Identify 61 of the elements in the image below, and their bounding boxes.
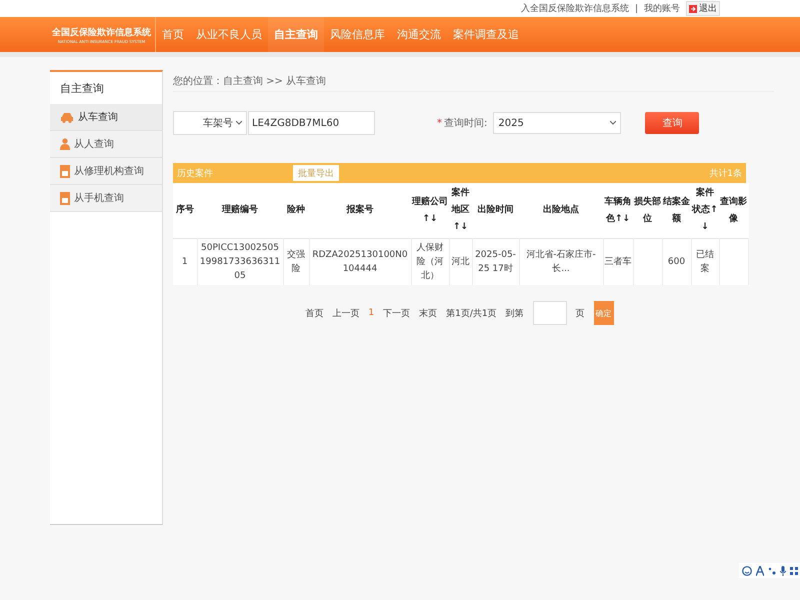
table-cell: 人保财险（河北）: [411, 238, 449, 285]
time-label: 查询时间:: [444, 116, 488, 130]
table-cell: 交强险: [283, 238, 309, 285]
sidebar-item[interactable]: 从车查询: [50, 104, 162, 131]
document-icon: [60, 192, 70, 204]
car-icon: [60, 112, 74, 122]
table-cell: 1: [173, 238, 197, 285]
font-icon[interactable]: [756, 566, 764, 576]
next-page-link[interactable]: 下一页: [383, 306, 410, 320]
table-cell: 三者车: [603, 238, 633, 285]
column-header: 车辆角色↑↓: [603, 183, 633, 238]
column-header: 案件地区↑↓: [449, 183, 472, 238]
table-cell: 河北省-石家庄市-长...: [519, 238, 603, 285]
column-header: 查询影像: [719, 183, 748, 238]
column-header: 险种: [283, 183, 309, 238]
last-page-link[interactable]: 末页: [419, 306, 438, 320]
column-header: 出险时间: [472, 183, 519, 238]
system-link[interactable]: 入全国反保险欺诈信息系统: [520, 2, 629, 15]
column-header: 出险地点: [519, 183, 603, 238]
caret-icon: [236, 121, 242, 125]
table-cell: RDZA2025130100N0104444: [309, 238, 411, 285]
first-page-link[interactable]: 首页: [305, 306, 324, 320]
column-header: 报案号: [309, 183, 411, 238]
sidebar-item[interactable]: 从人查询: [50, 131, 162, 158]
table-cell: 600: [662, 238, 691, 285]
page-input[interactable]: [532, 301, 567, 325]
field-type-select[interactable]: 车架号: [173, 111, 247, 135]
year-select[interactable]: 2025: [493, 112, 622, 134]
logout-button[interactable]: 退出: [686, 1, 720, 16]
grid-icon[interactable]: [790, 566, 798, 574]
total-count: 共计1条: [709, 168, 742, 180]
sidebar-item[interactable]: 从手机查询: [50, 185, 162, 212]
page-info: 第1页/共1页: [446, 308, 497, 320]
sidebar-item[interactable]: 从修理机构查询: [50, 158, 162, 185]
prev-page-link[interactable]: 上一页: [332, 306, 360, 320]
column-header: 损失部位: [633, 183, 662, 238]
sidebar-title: 自主查询: [60, 80, 104, 96]
table-cell: 已结案: [691, 238, 719, 285]
dots-icon[interactable]: [768, 566, 776, 574]
microphone-icon[interactable]: [780, 566, 786, 576]
column-header: 案件状态↑↓: [691, 183, 719, 238]
smile-icon[interactable]: [742, 566, 752, 576]
table-cell: 河北: [449, 238, 472, 285]
document-icon: [60, 164, 70, 178]
column-header: 理赔编号: [197, 183, 283, 238]
table-cell: 50PICC130025051998173363631105: [197, 238, 283, 285]
goto-label: 到第: [506, 308, 524, 320]
account-link[interactable]: 我的账号: [644, 2, 680, 15]
person-icon: [60, 138, 70, 150]
page-unit: 页: [576, 308, 585, 320]
column-header: 理赔公司↑↓: [411, 183, 449, 238]
caret-icon: [610, 121, 616, 125]
required-mark: *: [437, 118, 442, 128]
breadcrumb: 您的位置：自主查询 >> 从车查询: [173, 74, 326, 88]
column-header: 结案金额: [662, 183, 691, 238]
vin-input[interactable]: LE4ZG8DB7ML60: [248, 111, 375, 135]
table-cell: 2025-05-25 17时: [472, 238, 519, 285]
results-title: 历史案件: [177, 167, 213, 180]
exit-icon: [689, 4, 697, 12]
column-header: 序号: [173, 183, 197, 238]
separator-text: |: [634, 4, 638, 14]
